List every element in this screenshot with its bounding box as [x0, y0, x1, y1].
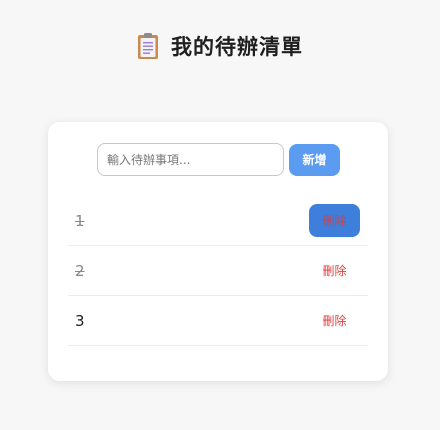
header: 我的待辦清單 — [0, 31, 440, 61]
todo-item: 1 刪除 — [68, 196, 368, 246]
todo-card: 新增 1 刪除 2 刪除 3 刪除 — [48, 122, 388, 381]
todo-app: 我的待辦清單 新增 1 刪除 2 刪除 3 刪除 — [0, 0, 440, 430]
add-button[interactable]: 新增 — [289, 143, 340, 176]
todo-text[interactable]: 1 — [75, 212, 85, 230]
todo-input[interactable] — [97, 143, 284, 176]
delete-button[interactable]: 刪除 — [309, 254, 360, 287]
todo-item: 2 刪除 — [68, 246, 368, 296]
delete-button[interactable]: 刪除 — [309, 304, 360, 337]
todo-text[interactable]: 2 — [75, 262, 85, 280]
clipboard-icon — [137, 32, 159, 60]
add-todo-form: 新增 — [97, 143, 340, 176]
page-title: 我的待辦清單 — [171, 35, 303, 59]
delete-button[interactable]: 刪除 — [309, 204, 360, 237]
todo-item: 3 刪除 — [68, 296, 368, 346]
todo-list: 1 刪除 2 刪除 3 刪除 — [68, 196, 368, 346]
todo-text[interactable]: 3 — [75, 312, 85, 330]
